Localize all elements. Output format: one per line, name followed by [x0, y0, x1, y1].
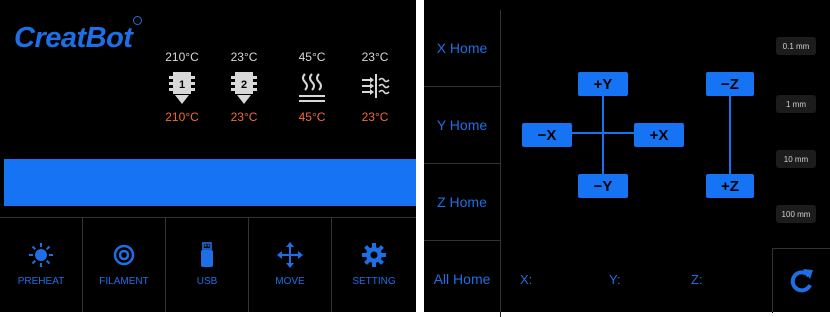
- extruder-2-target-temp: 23°C: [230, 50, 258, 64]
- heated-bed-icon: [299, 73, 325, 102]
- move-arrows-icon: [277, 242, 303, 268]
- gear-icon: [362, 243, 386, 267]
- spool-icon: [113, 244, 135, 266]
- chamber-target-temp: 23°C: [361, 50, 389, 64]
- usb-button[interactable]: USB: [166, 218, 249, 312]
- svg-text:1: 1: [179, 79, 185, 91]
- x-coordinate: X:: [520, 272, 533, 287]
- extruder-2-icon: 2: [231, 72, 257, 104]
- status-screen: CreatBot 210°C 1 210°C 23°C 2 23°C 45°C: [0, 0, 416, 312]
- preheat-button[interactable]: PREHEAT: [0, 218, 83, 312]
- jog-plus-z-button[interactable]: +Z: [706, 174, 754, 198]
- filament-label: FILAMENT: [99, 276, 149, 287]
- y-coordinate: Y:: [609, 272, 621, 287]
- step-10mm-button[interactable]: 10 mm: [776, 150, 816, 168]
- z-axis-line: [729, 88, 731, 188]
- jog-plus-x-button[interactable]: +X: [634, 123, 684, 147]
- bed-target-temp: 45°C: [298, 50, 326, 64]
- refresh-icon: [790, 269, 813, 293]
- y-home-button[interactable]: Y Home: [424, 87, 501, 164]
- usb-drive-icon: [201, 242, 213, 267]
- setting-label: SETTING: [352, 276, 396, 287]
- sun-icon: [29, 243, 53, 267]
- x-home-button[interactable]: X Home: [424, 10, 501, 87]
- extruder-2-current-temp: 23°C: [230, 110, 258, 124]
- creatbot-logo: CreatBot: [14, 22, 133, 54]
- usb-label: USB: [196, 276, 218, 287]
- bed-temp: 45°C 45°C: [287, 50, 337, 124]
- z-coordinate: Z:: [691, 272, 703, 287]
- extruder-1-current-temp: 210°C: [165, 110, 199, 124]
- setting-button[interactable]: SETTING: [332, 218, 416, 312]
- move-label: MOVE: [275, 276, 305, 287]
- chamber-current-temp: 23°C: [361, 110, 389, 124]
- refresh-button[interactable]: [772, 248, 830, 313]
- extruder-1-icon: 1: [169, 72, 195, 104]
- step-100mm-button[interactable]: 100 mm: [776, 205, 816, 223]
- y-axis-line: [602, 88, 604, 188]
- svg-text:2: 2: [241, 79, 247, 91]
- jog-minus-z-button[interactable]: −Z: [706, 72, 754, 96]
- move-screen: X Home Y Home Z Home All Home +Y −Y −X +…: [424, 0, 830, 317]
- jog-plus-y-button[interactable]: +Y: [578, 72, 628, 96]
- step-1mm-button[interactable]: 1 mm: [776, 95, 816, 113]
- extruder-1-temp: 210°C 1 210°C: [157, 50, 207, 124]
- registered-mark-icon: [133, 16, 142, 25]
- jog-minus-x-button[interactable]: −X: [522, 123, 572, 147]
- bed-current-temp: 45°C: [298, 110, 326, 124]
- extruder-2-temp: 23°C 2 23°C: [219, 50, 269, 124]
- jog-minus-y-button[interactable]: −Y: [578, 174, 628, 198]
- step-0-1mm-button[interactable]: 0.1 mm: [776, 37, 816, 55]
- all-home-button[interactable]: All Home: [424, 241, 501, 317]
- extruder-1-target-temp: 210°C: [165, 50, 199, 64]
- filament-button[interactable]: FILAMENT: [83, 218, 166, 312]
- status-bar: [4, 159, 416, 206]
- chamber-temp: 23°C 23°C: [350, 50, 400, 124]
- move-button[interactable]: MOVE: [249, 218, 332, 312]
- z-home-button[interactable]: Z Home: [424, 164, 501, 241]
- preheat-label: PREHEAT: [17, 276, 65, 287]
- chamber-heat-icon: [362, 74, 390, 98]
